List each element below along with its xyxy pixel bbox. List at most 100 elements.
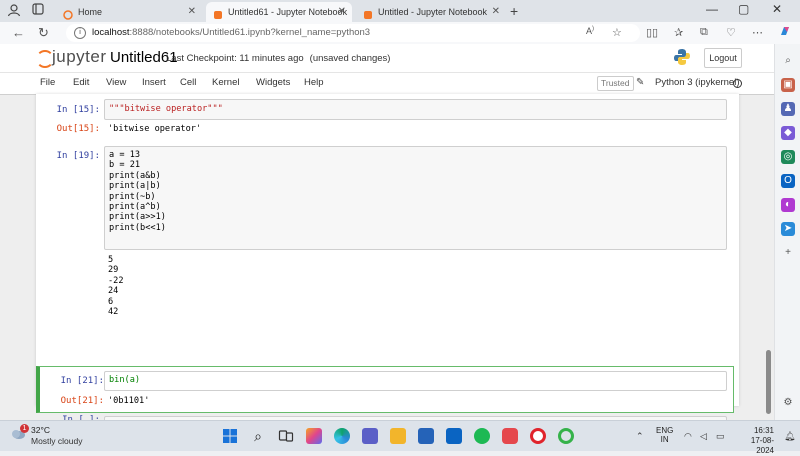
minimize-icon[interactable]: —: [706, 2, 718, 16]
office-icon[interactable]: ◎: [781, 150, 795, 164]
code-cell-input[interactable]: a = 13 b = 21 print(a&b) print(a|b) prin…: [104, 146, 727, 250]
games-icon[interactable]: ◆: [781, 126, 795, 140]
wifi-icon[interactable]: ◠: [684, 431, 692, 442]
language-indicator[interactable]: ENG IN: [656, 426, 673, 444]
back-icon[interactable]: ←: [12, 25, 25, 40]
code-line: """bitwise operator""": [109, 104, 223, 114]
designer-icon[interactable]: ◐: [781, 198, 795, 212]
store-icon[interactable]: [418, 428, 434, 444]
weather-alert-badge: 1: [20, 424, 29, 433]
spotify-icon[interactable]: [474, 428, 490, 444]
output-line: 5: [108, 255, 114, 265]
tools-icon[interactable]: ♟: [781, 102, 795, 116]
checkpoint-text: Last Checkpoint: 11 minutes ago: [166, 53, 304, 64]
code-block: a = 13 b = 21 print(a&b) print(a|b) prin…: [109, 150, 166, 233]
task-view-icon[interactable]: [278, 428, 294, 444]
outlook-icon[interactable]: O: [781, 174, 795, 188]
browser-tab-strip: Home ✕ Untitled61 - Jupyter Notebook ✕ U…: [0, 0, 800, 22]
chrome-like-icon[interactable]: [558, 428, 574, 444]
cell-output: '0b1101': [108, 396, 150, 406]
logout-button[interactable]: Logout: [704, 48, 742, 68]
settings-more-icon[interactable]: ⋯: [752, 26, 763, 39]
profile-icon[interactable]: [6, 3, 22, 19]
url-field[interactable]: i localhost:8888/notebooks/Untitled61.ip…: [66, 24, 640, 42]
edge-sidebar: ⌕ ▣ ♟ ◆ ◎ O ◐ ➤ + ⚙: [774, 44, 800, 420]
scrollbar-thumb[interactable]: [766, 350, 771, 414]
menu-kernel[interactable]: Kernel: [212, 77, 239, 88]
input-prompt: In [15]:: [56, 105, 100, 115]
settings-gear-icon[interactable]: ⚙: [781, 396, 795, 410]
favorite-star-icon[interactable]: ☆: [612, 26, 622, 39]
file-explorer-icon[interactable]: [390, 428, 406, 444]
menu-edit[interactable]: Edit: [73, 77, 89, 88]
close-icon[interactable]: ✕: [492, 2, 500, 22]
site-info-icon[interactable]: i: [74, 27, 86, 39]
url-path: :8888/notebooks/Untitled61.ipynb?kernel_…: [129, 27, 371, 38]
collections-icon[interactable]: ⧉: [700, 26, 708, 39]
search-icon[interactable]: ⌕: [781, 54, 795, 68]
page-scrollbar[interactable]: [765, 94, 772, 418]
code-text: bin(a): [109, 375, 141, 385]
jupyter-favicon-icon: [213, 7, 223, 19]
menu-view[interactable]: View: [106, 77, 126, 88]
clock-date: 17-08-2024: [750, 436, 774, 455]
wps-office-icon[interactable]: [502, 428, 518, 444]
refresh-icon[interactable]: ↻: [38, 25, 49, 41]
system-clock[interactable]: 16:31 17-08-2024: [742, 426, 774, 456]
close-icon[interactable]: ✕: [188, 2, 196, 22]
add-icon[interactable]: +: [781, 246, 795, 260]
unsaved-text: (unsaved changes): [309, 53, 391, 64]
maximize-icon[interactable]: ▢: [738, 2, 749, 16]
new-tab-icon[interactable]: +: [510, 3, 518, 19]
jupyter-favicon-icon: [363, 7, 373, 19]
volume-icon[interactable]: ◁: [700, 431, 707, 442]
notifications-bell-icon[interactable]: 🔔︎: [784, 431, 795, 442]
favorites-icon[interactable]: ✰: [674, 26, 683, 39]
code-cell-input[interactable]: bin(a): [104, 371, 727, 391]
menu-help[interactable]: Help: [304, 77, 324, 88]
code-line: print(a^b): [109, 202, 161, 213]
mail-icon[interactable]: [446, 428, 462, 444]
menu-insert[interactable]: Insert: [142, 77, 166, 88]
close-icon[interactable]: ✕: [338, 2, 346, 22]
tray-overflow-chevron-icon[interactable]: ⌃: [636, 431, 644, 442]
weather-temperature[interactable]: 32°C: [31, 425, 50, 435]
battery-icon[interactable]: ▭: [716, 431, 725, 442]
python-logo-icon: [673, 48, 691, 66]
menu-widgets[interactable]: Widgets: [256, 77, 290, 88]
read-aloud-icon[interactable]: A): [586, 26, 594, 36]
taskbar-search-icon[interactable]: ⌕: [250, 428, 266, 444]
workspaces-icon[interactable]: [30, 3, 46, 19]
code-cell-input[interactable]: """bitwise operator""": [104, 99, 727, 120]
copilot-icon[interactable]: [779, 25, 791, 40]
menu-cell[interactable]: Cell: [180, 77, 196, 88]
windows-start-icon[interactable]: [222, 428, 238, 444]
shopping-icon[interactable]: ▣: [781, 78, 795, 92]
edge-taskbar-icon[interactable]: [334, 428, 350, 444]
weather-condition[interactable]: Mostly cloudy: [31, 436, 83, 446]
window-close-icon[interactable]: ✕: [772, 2, 782, 16]
code-line: bin(a): [109, 375, 140, 385]
cell-output: 'bitwise operator': [108, 124, 202, 134]
kernel-status-icon: [733, 79, 742, 88]
tab-label: Untitled61 - Jupyter Notebook: [228, 7, 348, 17]
send-icon[interactable]: ➤: [781, 222, 795, 236]
tab-untitled61[interactable]: Untitled61 - Jupyter Notebook ✕: [206, 2, 352, 22]
kernel-name[interactable]: Python 3 (ipykernel): [655, 77, 739, 88]
jupyter-favicon-icon: [63, 7, 73, 20]
teams-icon[interactable]: [362, 428, 378, 444]
selected-cell[interactable]: In [21]: bin(a) Out[21]: '0b1101': [36, 366, 734, 413]
language-line: ENG: [656, 426, 674, 435]
tab-home[interactable]: Home ✕: [56, 2, 202, 22]
trusted-badge[interactable]: Trusted: [597, 76, 634, 91]
browser-essentials-icon[interactable]: ♡: [726, 26, 736, 39]
checkpoint-status: Last Checkpoint: 11 minutes ago (unsaved …: [166, 53, 390, 64]
output-prompt: Out[21]:: [60, 396, 104, 406]
tab-untitled[interactable]: Untitled - Jupyter Notebook ✕: [356, 2, 506, 22]
jupyter-page: jupyter Untitled61 Last Checkpoint: 11 m…: [0, 44, 774, 436]
copilot-taskbar-icon[interactable]: [306, 428, 322, 444]
menu-file[interactable]: File: [40, 77, 55, 88]
code-line: print(a>>1): [109, 212, 166, 223]
split-screen-icon[interactable]: ▯▯: [646, 26, 658, 39]
opera-icon[interactable]: [530, 428, 546, 444]
